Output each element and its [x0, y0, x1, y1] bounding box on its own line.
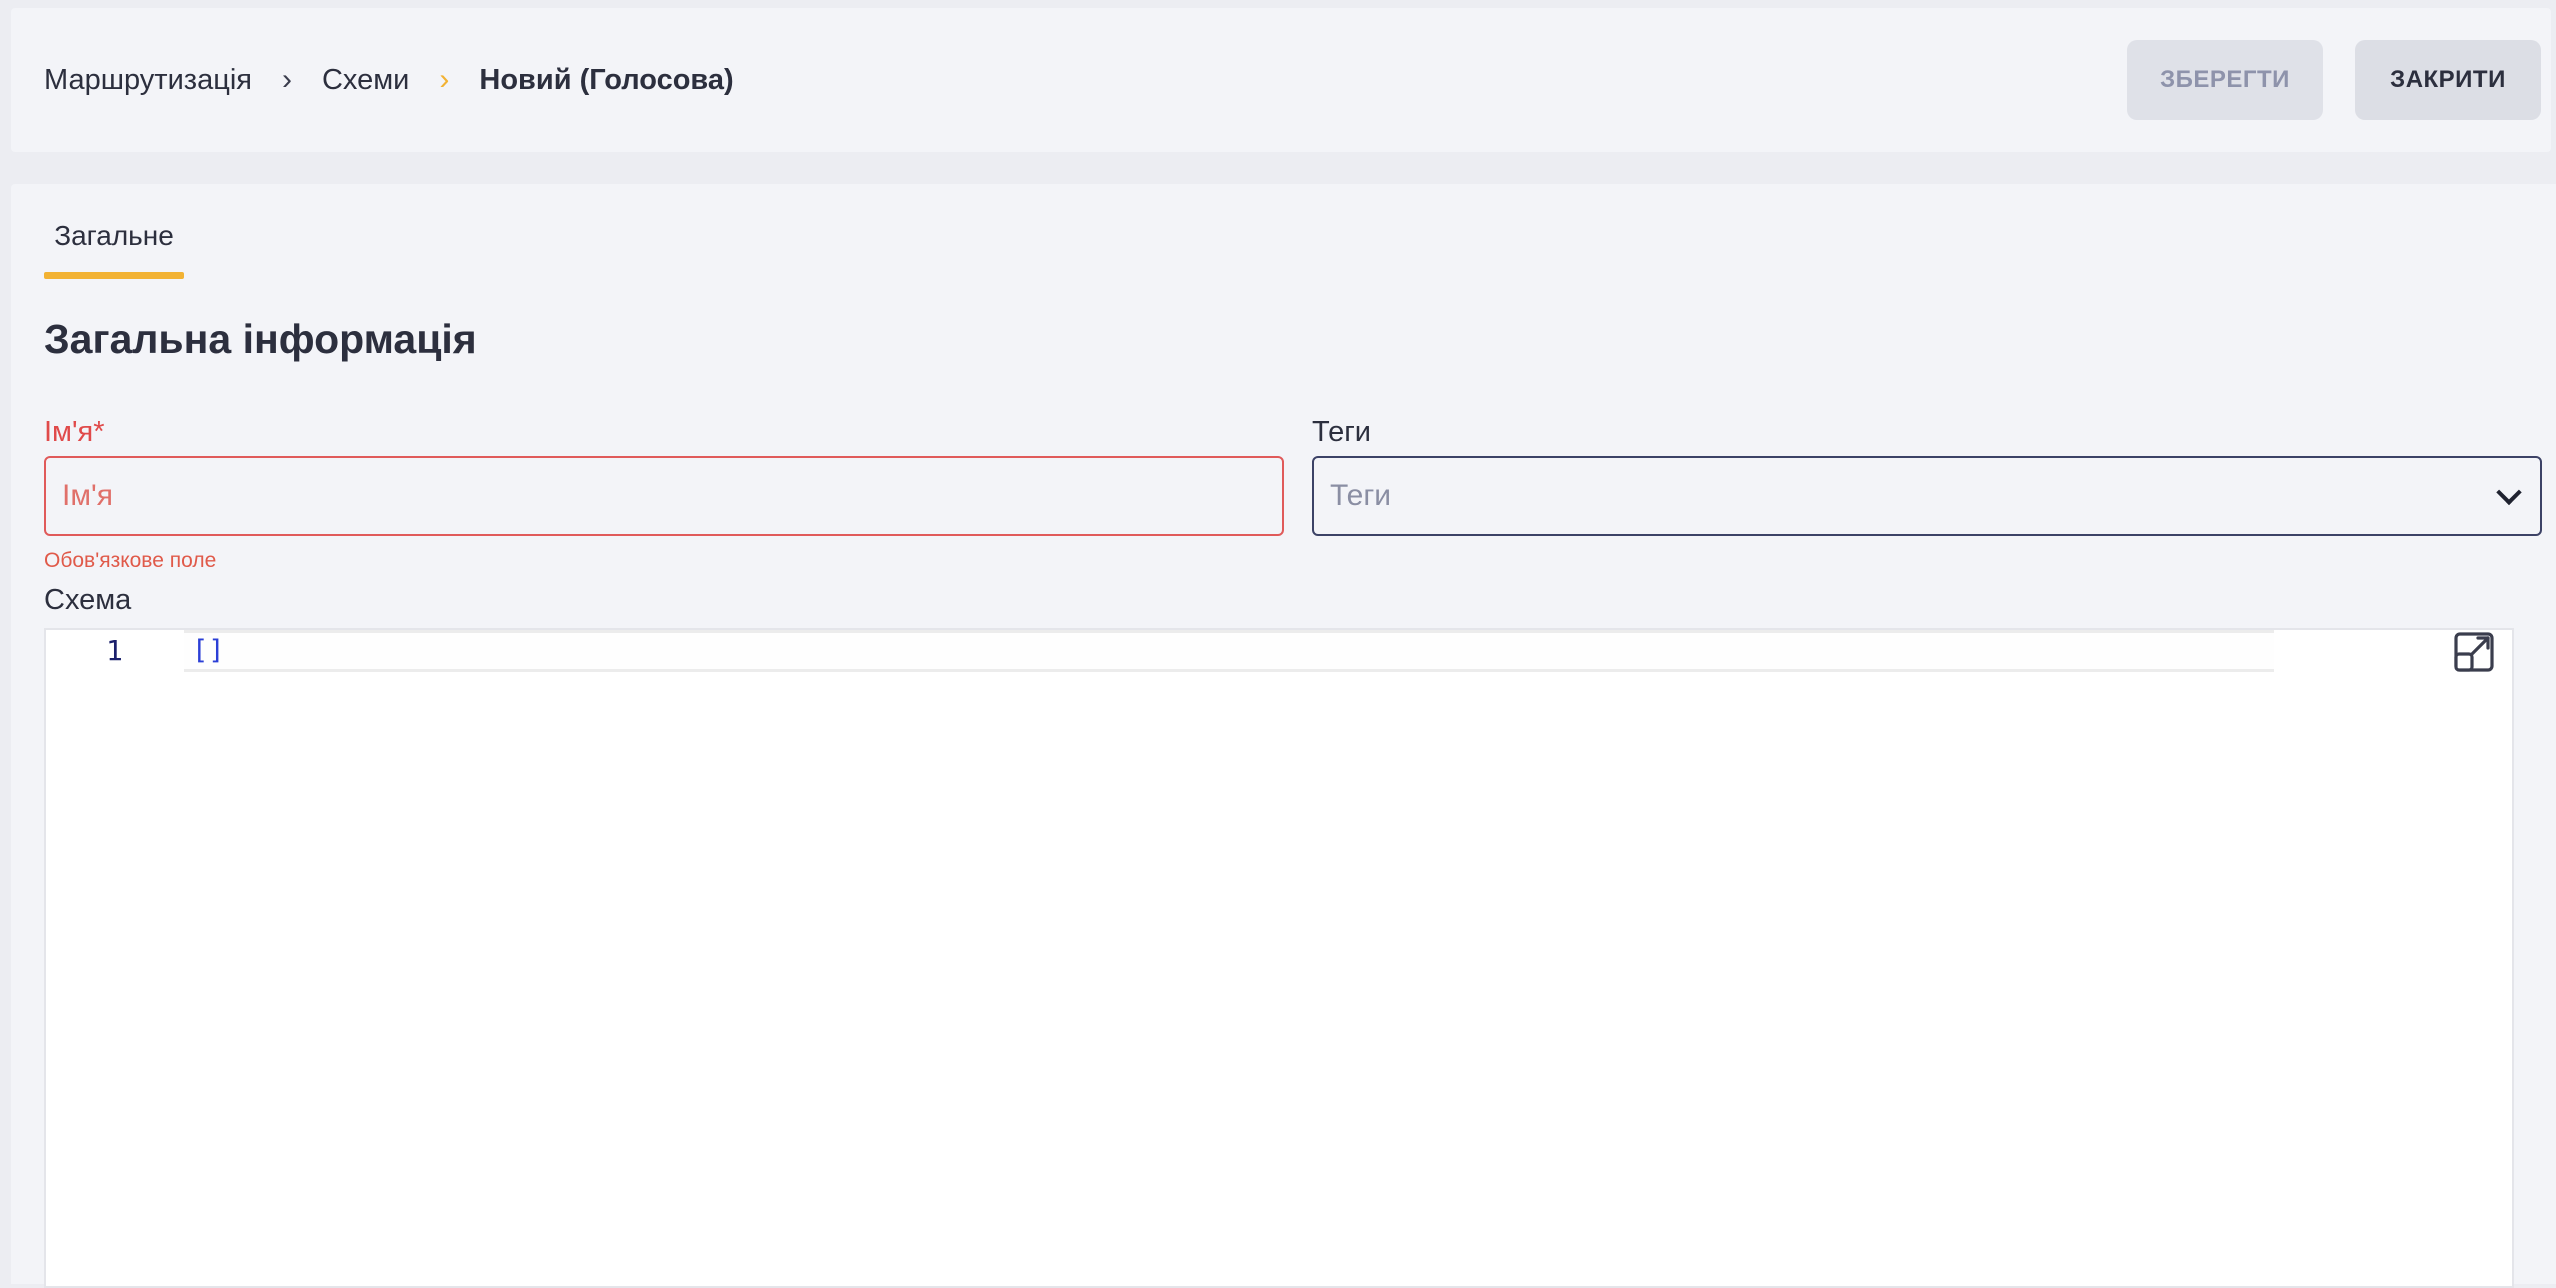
- breadcrumb-item-schemas[interactable]: Схеми: [322, 64, 409, 97]
- main-card: Загальне Загальна інформація Ім'я* Ім'я …: [11, 184, 2556, 1288]
- chevron-right-icon: ›: [281, 63, 292, 96]
- chevron-down-icon[interactable]: [2496, 479, 2522, 506]
- tags-select[interactable]: Теги: [1312, 456, 2542, 536]
- page-header: Маршрутизація › Схеми › Новий (Голосова)…: [11, 8, 2551, 152]
- close-button[interactable]: ЗАКРИТИ: [2355, 40, 2541, 120]
- active-line[interactable]: []: [184, 630, 2274, 672]
- name-input-placeholder: Ім'я: [62, 479, 113, 512]
- breadcrumb-current: Новий (Голосова): [479, 63, 734, 96]
- name-error-message: Обов'язкове поле: [44, 549, 217, 572]
- schema-label: Схема: [44, 584, 132, 616]
- chevron-right-icon: ›: [439, 63, 450, 96]
- schema-code-editor[interactable]: 1 []: [44, 628, 2514, 1288]
- tags-select-placeholder: Теги: [1330, 479, 1392, 512]
- line-number: 1: [106, 634, 123, 667]
- active-tab-indicator: [44, 272, 184, 279]
- save-button[interactable]: ЗБЕРЕГТИ: [2127, 40, 2323, 120]
- name-input[interactable]: Ім'я: [44, 456, 1284, 536]
- name-label: Ім'я*: [44, 416, 105, 448]
- tags-label: Теги: [1312, 416, 1371, 448]
- section-title: Загальна інформація: [44, 316, 477, 362]
- tab-general[interactable]: Загальне: [44, 220, 184, 280]
- code-line[interactable]: []: [192, 635, 225, 666]
- breadcrumb: Маршрутизація › Схеми › Новий (Голосова): [44, 8, 734, 152]
- breadcrumb-item-routing[interactable]: Маршрутизація: [44, 64, 252, 97]
- expand-icon[interactable]: [2452, 630, 2496, 674]
